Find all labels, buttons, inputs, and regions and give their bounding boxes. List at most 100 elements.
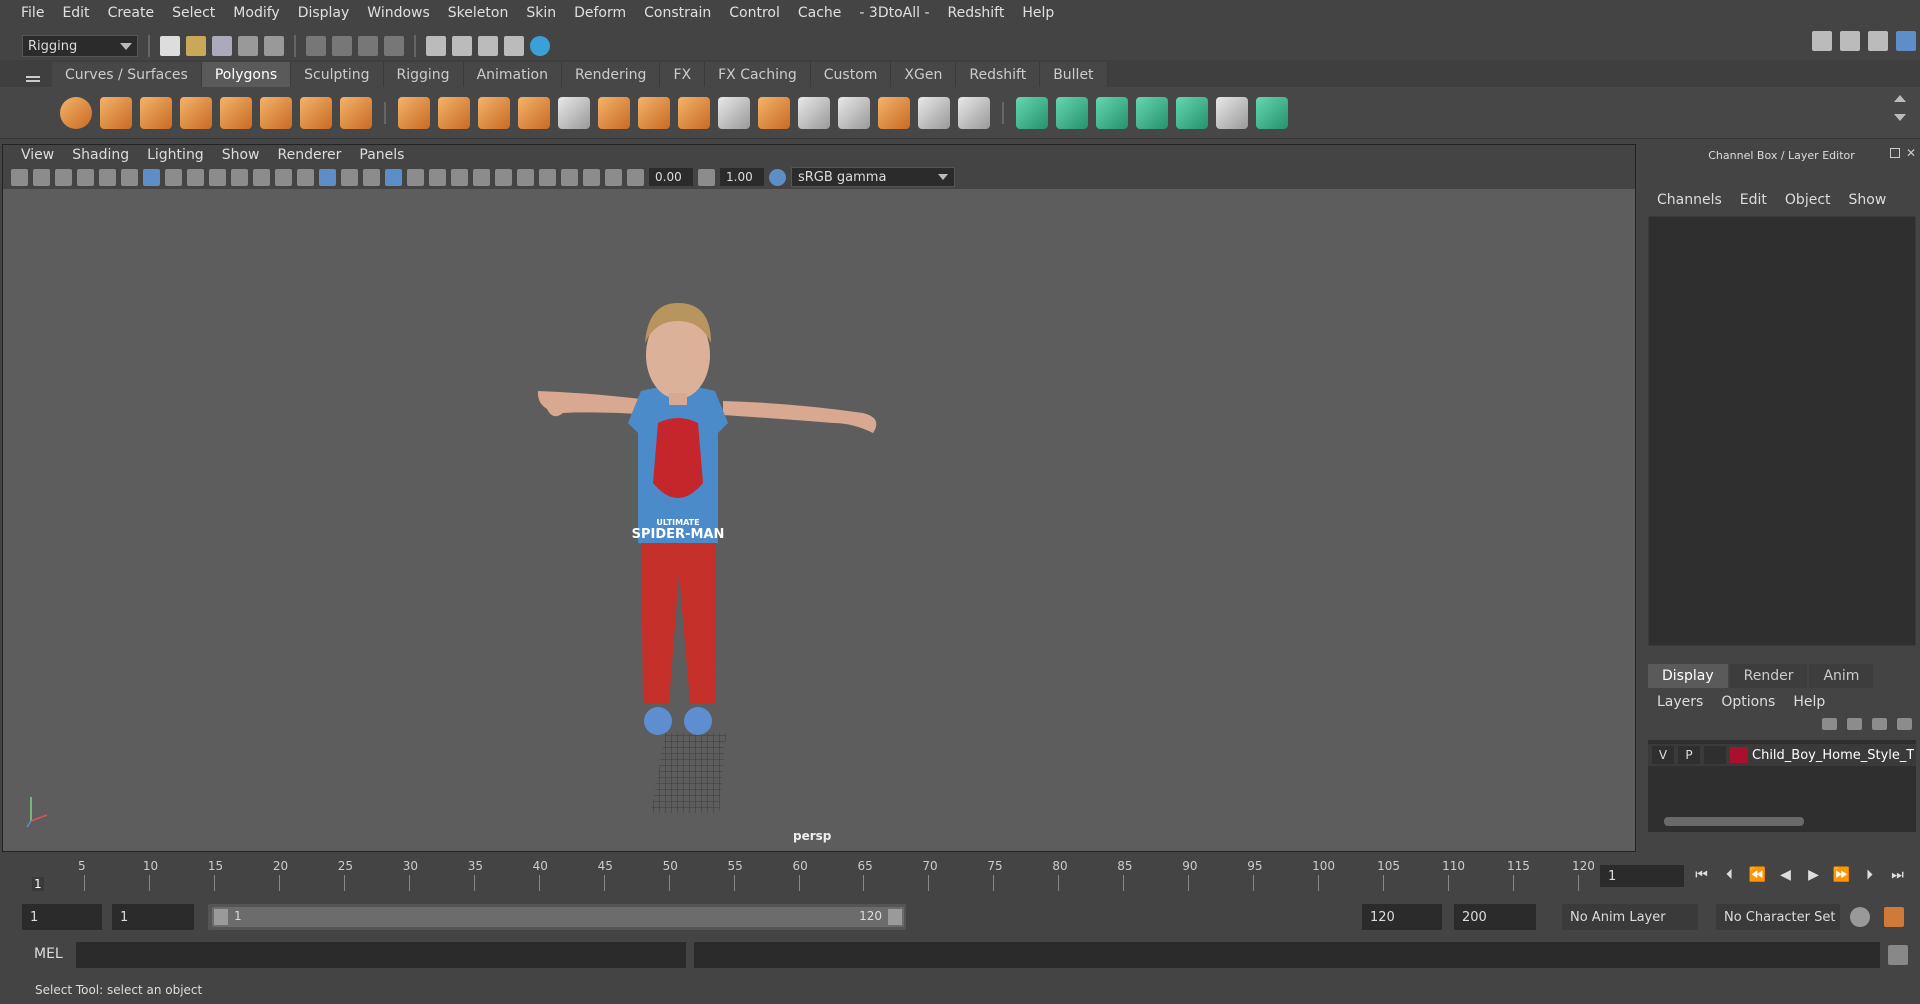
auto-key-icon[interactable]	[1850, 907, 1870, 927]
menu-control[interactable]: Control	[720, 5, 789, 21]
menu-icon[interactable]	[26, 76, 40, 78]
playback-end-field[interactable]: 120	[1362, 904, 1442, 930]
2d-pan-zoom-icon[interactable]	[99, 168, 116, 186]
exposure-icon[interactable]	[627, 168, 644, 186]
layer-row[interactable]: V P Child_Boy_Home_Style_T	[1648, 744, 1916, 766]
automatic-map-icon[interactable]	[1136, 96, 1168, 129]
time-ruler[interactable]: 1 5 10 15 20 25 30 35 40 45 50 55 60 65 70 75 80 85 90 95 1…	[28, 855, 1595, 895]
close-icon[interactable]: ✕	[1906, 147, 1916, 159]
go-to-start-icon[interactable]: ⏮	[1692, 865, 1711, 884]
shadows-icon[interactable]	[429, 168, 446, 186]
channel-box-icon[interactable]	[1896, 31, 1916, 51]
target-weld-icon[interactable]	[918, 96, 950, 129]
anti-aliasing-icon[interactable]	[495, 168, 512, 186]
viewport-menu-lighting[interactable]: Lighting	[138, 147, 213, 163]
range-start-handle[interactable]	[214, 909, 228, 925]
layer-menu-options[interactable]: Options	[1721, 694, 1775, 710]
cylindrical-map-icon[interactable]	[1096, 96, 1128, 129]
layer-menu-help[interactable]: Help	[1793, 694, 1825, 710]
undo-icon[interactable]	[238, 36, 258, 56]
isolate-select-icon[interactable]	[539, 168, 556, 186]
go-to-end-icon[interactable]: ⏭	[1888, 865, 1907, 884]
mirror-icon[interactable]	[478, 96, 510, 129]
multi-cut-icon[interactable]	[638, 96, 670, 129]
viewport-menu-panels[interactable]: Panels	[350, 147, 413, 163]
shelf-tab-sculpting[interactable]: Sculpting	[291, 62, 384, 87]
play-backward-icon[interactable]: ◀	[1776, 865, 1795, 884]
attribute-editor-icon[interactable]	[1840, 31, 1860, 51]
anim-layer-selector[interactable]: No Anim Layer	[1562, 904, 1698, 930]
range-end-handle[interactable]	[888, 909, 902, 925]
image-plane-icon[interactable]	[77, 168, 94, 186]
layer-display-type[interactable]	[1704, 746, 1726, 764]
wireframe-on-shaded-icon[interactable]	[363, 168, 380, 186]
command-input[interactable]	[76, 942, 686, 968]
current-frame-field[interactable]: 1	[1600, 865, 1684, 887]
camera-attributes-icon[interactable]	[33, 168, 50, 186]
range-slider-track[interactable]: 1 120	[212, 907, 904, 927]
select-camera-icon[interactable]	[11, 168, 28, 186]
uv-editor-icon[interactable]	[1016, 96, 1048, 129]
menu-redshift[interactable]: Redshift	[939, 5, 1014, 21]
menu-constrain[interactable]: Constrain	[635, 5, 720, 21]
poly-cube-icon[interactable]	[100, 96, 132, 129]
tab-render[interactable]: Render	[1729, 664, 1808, 688]
open-scene-icon[interactable]	[186, 36, 206, 56]
shelf-tab-fx-caching[interactable]: FX Caching	[705, 62, 811, 87]
depth-of-field-icon[interactable]	[517, 168, 534, 186]
channel-menu-edit[interactable]: Edit	[1740, 192, 1775, 208]
step-forward-key-icon[interactable]: ⏩	[1832, 865, 1851, 884]
step-back-key-icon[interactable]: ⏪	[1748, 865, 1767, 884]
unfold-icon[interactable]	[1176, 96, 1208, 129]
bevel-icon[interactable]	[558, 96, 590, 129]
menu-file[interactable]: File	[12, 5, 53, 21]
menu-windows[interactable]: Windows	[358, 5, 439, 21]
extrude-icon[interactable]	[598, 96, 630, 129]
gamma-field[interactable]: 1.00	[720, 168, 764, 186]
input-ops-icon[interactable]	[306, 36, 326, 56]
save-scene-icon[interactable]	[212, 36, 232, 56]
shelf-tab-custom[interactable]: Custom	[810, 62, 892, 87]
poly-pipe-icon[interactable]	[340, 96, 372, 129]
grease-pencil-icon[interactable]	[121, 168, 138, 186]
layer-name[interactable]: Child_Boy_Home_Style_T	[1752, 748, 1914, 763]
animation-preferences-icon[interactable]	[1884, 907, 1904, 927]
layer-color-swatch[interactable]	[1730, 747, 1748, 763]
gate-mask-icon[interactable]	[209, 168, 226, 186]
layer-menu-layers[interactable]: Layers	[1657, 694, 1703, 710]
menu-skeleton[interactable]: Skeleton	[439, 5, 518, 21]
menu-modify[interactable]: Modify	[224, 5, 288, 21]
bridge-icon[interactable]	[678, 96, 710, 129]
quad-draw-icon[interactable]	[958, 96, 990, 129]
motion-blur-icon[interactable]	[473, 168, 490, 186]
safe-title-icon[interactable]	[275, 168, 292, 186]
character-set-selector[interactable]: No Character Set	[1716, 904, 1840, 930]
render-frame-icon[interactable]	[452, 36, 472, 56]
channel-menu-object[interactable]: Object	[1785, 192, 1839, 208]
menu-help[interactable]: Help	[1013, 5, 1063, 21]
safe-action-icon[interactable]	[253, 168, 270, 186]
poly-sphere-icon[interactable]	[60, 96, 92, 129]
shelf-tab-bullet[interactable]: Bullet	[1040, 62, 1108, 87]
menu-cache[interactable]: Cache	[789, 5, 851, 21]
tool-settings-icon[interactable]	[1868, 31, 1888, 51]
poly-plane-icon[interactable]	[220, 96, 252, 129]
menu-edit[interactable]: Edit	[53, 5, 98, 21]
poly-torus-icon[interactable]	[260, 96, 292, 129]
shelf-tab-animation[interactable]: Animation	[463, 62, 562, 87]
new-layer-selected-icon[interactable]	[1897, 718, 1912, 730]
range-slider[interactable]: 1 120	[208, 904, 906, 930]
scene-end-field[interactable]: 200	[1454, 904, 1536, 930]
append-polygon-icon[interactable]	[758, 96, 790, 129]
shelf-tab-redshift[interactable]: Redshift	[956, 62, 1041, 87]
fill-hole-icon[interactable]	[878, 96, 910, 129]
exposure-field[interactable]: 0.00	[649, 168, 693, 186]
smooth-shade-icon[interactable]	[319, 168, 336, 186]
channel-menu-channels[interactable]: Channels	[1657, 192, 1730, 208]
step-forward-frame-icon[interactable]: ⏵	[1860, 865, 1879, 884]
perspective-viewport[interactable]: View Shading Lighting Show Renderer Panels 0.…	[2, 144, 1636, 852]
poly-cone-icon[interactable]	[180, 96, 212, 129]
shelf-tab-polygons[interactable]: Polygons	[201, 62, 292, 87]
separate-icon[interactable]	[438, 96, 470, 129]
poly-cylinder-icon[interactable]	[140, 96, 172, 129]
